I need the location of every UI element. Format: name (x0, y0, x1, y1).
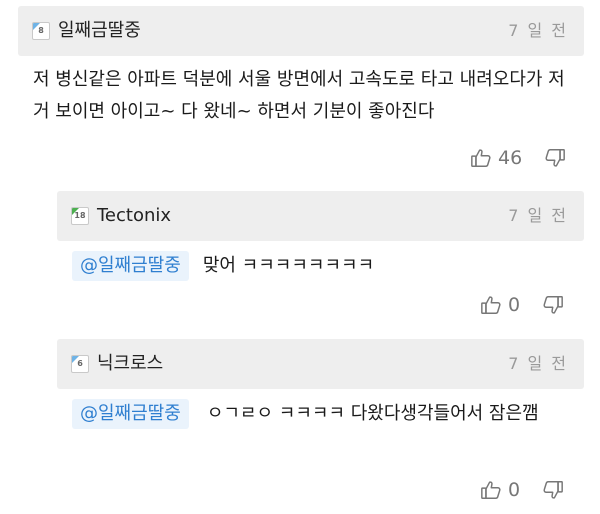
mention-tag[interactable]: @일째금딸중 (72, 399, 189, 429)
level-badge-icon: 18 (71, 207, 89, 225)
thumbs-down-icon (543, 481, 563, 499)
comment-header: 8 일째금딸중 7 일 전 (18, 6, 584, 56)
comment-author[interactable]: 닉크로스 (97, 352, 163, 376)
vote-actions: 0 (480, 293, 564, 317)
vote-actions: 0 (480, 478, 564, 502)
comment-timestamp: 7 일 전 (508, 206, 568, 225)
vote-actions: 46 (470, 146, 566, 170)
thumbs-up-icon (481, 481, 501, 499)
dislike-button[interactable] (542, 479, 564, 501)
comment-text: @일째금딸중 ㅇㄱㄹㅇ ㅋㅋㅋㅋ 다왔다생각들어서 잠은깸 (72, 398, 582, 430)
comment-thread: 8 일째금딸중 7 일 전 저 병신같은 아파트 덕분에 서울 방면에서 고속도… (0, 0, 600, 514)
like-count: 0 (508, 294, 521, 316)
comment-author[interactable]: Tectonix (97, 204, 171, 228)
comment-header: 6 닉크로스 7 일 전 (57, 339, 584, 389)
comment-author[interactable]: 일째금딸중 (58, 19, 141, 43)
comment-header: 18 Tectonix 7 일 전 (57, 191, 584, 241)
comment-text-content: 저 병신같은 아파트 덕분에 서울 방면에서 고속도로 타고 내려오다가 저거 … (33, 69, 565, 122)
like-button[interactable]: 0 (480, 478, 542, 502)
dislike-button[interactable] (544, 147, 566, 169)
comment-text: @일째금딸중 맞어 ㅋㅋㅋㅋㅋㅋㅋㅋ (72, 250, 582, 282)
like-button[interactable]: 46 (470, 146, 544, 170)
comment-text-content: ㅇㄱㄹㅇ ㅋㅋㅋㅋ 다왔다생각들어서 잠은깸 (206, 403, 539, 424)
thumbs-up-icon (481, 296, 501, 314)
thumbs-up-icon (471, 149, 491, 167)
like-count: 0 (508, 479, 521, 501)
thumbs-down-icon (543, 296, 563, 314)
like-count: 46 (498, 147, 523, 169)
comment-timestamp: 7 일 전 (508, 354, 568, 373)
like-button[interactable]: 0 (480, 293, 542, 317)
thumbs-down-icon (545, 149, 566, 167)
level-badge-icon: 8 (32, 22, 50, 40)
comment-timestamp: 7 일 전 (508, 21, 568, 40)
comment-text: 저 병신같은 아파트 덕분에 서울 방면에서 고속도로 타고 내려오다가 저거 … (33, 64, 578, 128)
comment-text-content: 맞어 ㅋㅋㅋㅋㅋㅋㅋㅋ (202, 255, 375, 276)
mention-tag[interactable]: @일째금딸중 (72, 251, 189, 281)
level-badge-icon: 6 (71, 355, 89, 373)
dislike-button[interactable] (542, 294, 564, 316)
